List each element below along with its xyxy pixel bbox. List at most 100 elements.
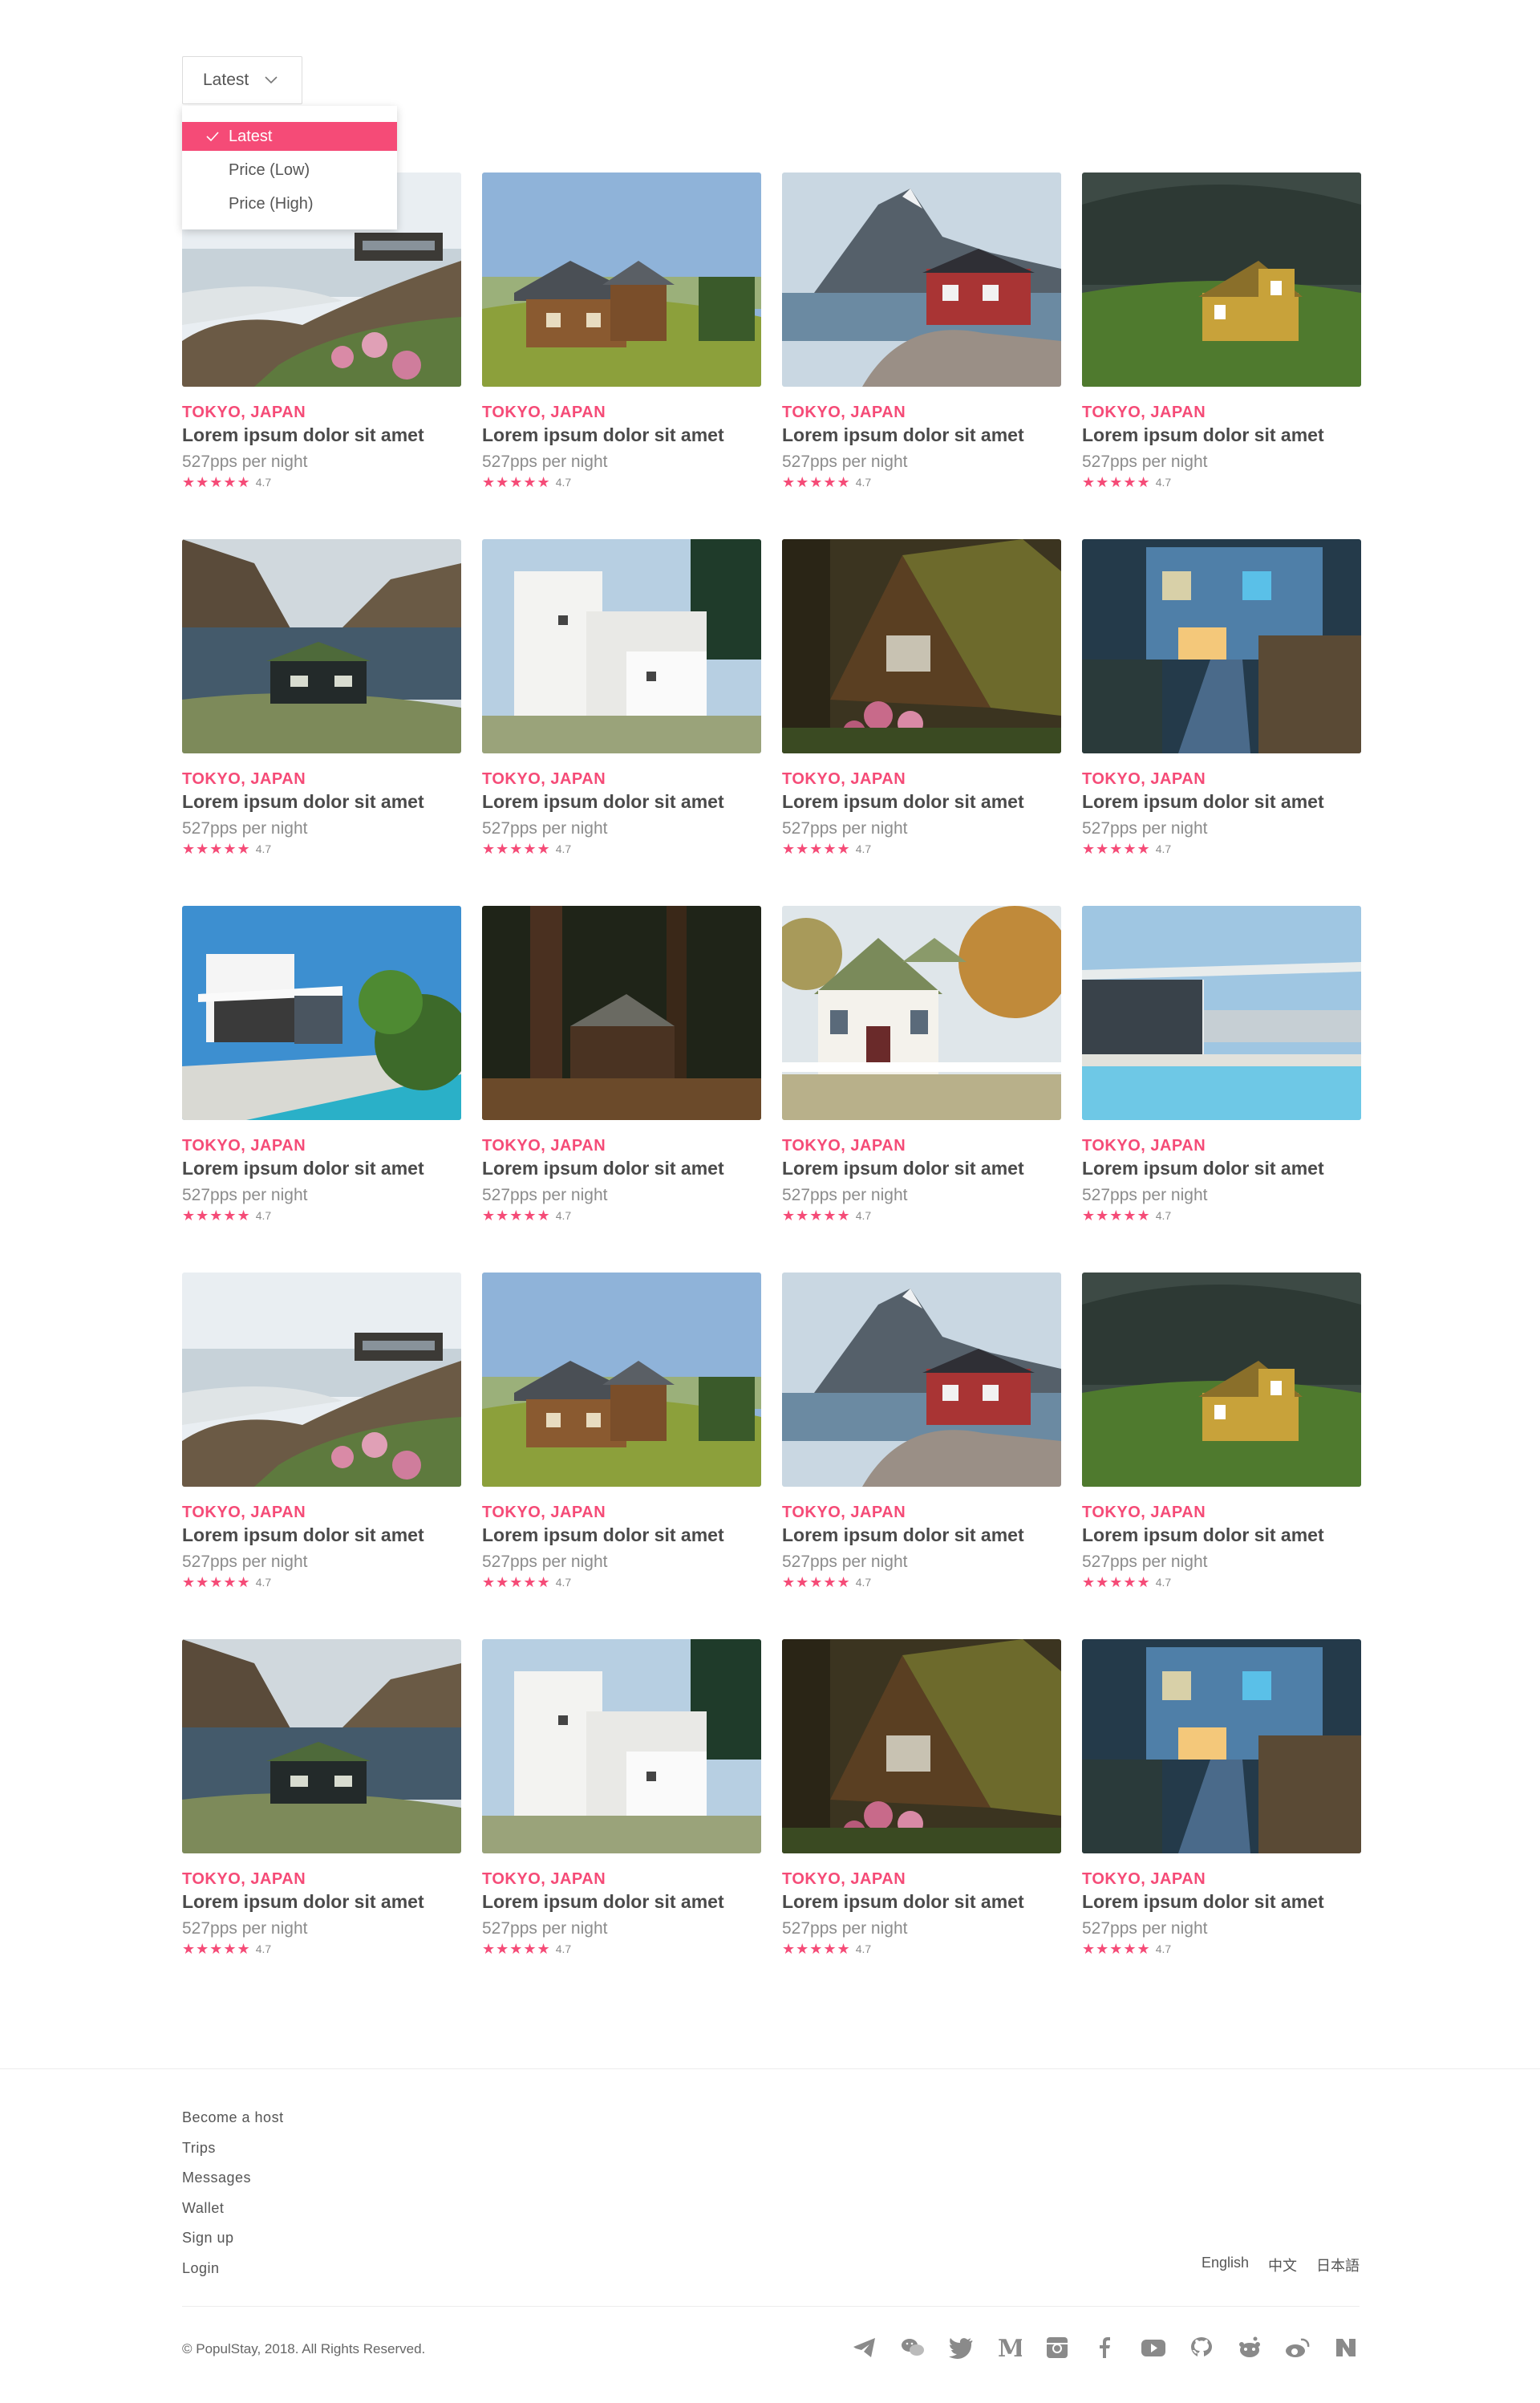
listing-price: 527pps per night <box>1082 1186 1208 1204</box>
listing-location: TOKYO, JAPAN <box>782 1870 906 1888</box>
listing-photo[interactable] <box>182 539 461 753</box>
language-english[interactable]: English <box>1202 2255 1249 2275</box>
star-rating-icons: ★★★★★ <box>482 474 551 490</box>
listing-card[interactable]: TOKYO, JAPAN Lorem ipsum dolor sit amet … <box>1082 906 1361 1273</box>
footer-link-trips[interactable]: Trips <box>182 2139 284 2170</box>
listing-price: 527pps per night <box>1082 1553 1208 1571</box>
listing-photo[interactable] <box>1082 173 1361 387</box>
language-chinese[interactable]: 中文 <box>1268 2255 1297 2275</box>
listing-title[interactable]: Lorem ipsum dolor sit amet <box>1082 1524 1361 1546</box>
listing-card[interactable]: TOKYO, JAPAN Lorem ipsum dolor sit amet … <box>782 1639 1061 2006</box>
listing-location: TOKYO, JAPAN <box>182 1870 306 1888</box>
listing-title[interactable]: Lorem ipsum dolor sit amet <box>182 1890 461 1913</box>
listing-title[interactable]: Lorem ipsum dolor sit amet <box>482 1890 761 1913</box>
listing-title[interactable]: Lorem ipsum dolor sit amet <box>782 424 1061 446</box>
listing-card[interactable]: TOKYO, JAPAN Lorem ipsum dolor sit amet … <box>482 539 761 906</box>
listing-title[interactable]: Lorem ipsum dolor sit amet <box>182 424 461 446</box>
listing-card[interactable]: TOKYO, JAPAN Lorem ipsum dolor sit amet … <box>182 906 461 1273</box>
weibo-icon[interactable] <box>1284 2335 1311 2360</box>
listing-rating: ★★★★★ 4.7 <box>1082 474 1361 490</box>
telegram-icon[interactable] <box>851 2335 878 2360</box>
listing-title[interactable]: Lorem ipsum dolor sit amet <box>1082 1890 1361 1913</box>
listing-card[interactable]: TOKYO, JAPAN Lorem ipsum dolor sit amet … <box>182 1273 461 1639</box>
listing-photo[interactable] <box>1082 539 1361 753</box>
listing-card[interactable]: TOKYO, JAPAN Lorem ipsum dolor sit amet … <box>782 906 1061 1273</box>
listing-card[interactable]: TOKYO, JAPAN Lorem ipsum dolor sit amet … <box>182 539 461 906</box>
listing-card[interactable]: TOKYO, JAPAN Lorem ipsum dolor sit amet … <box>1082 539 1361 906</box>
listing-rating: ★★★★★ 4.7 <box>482 1574 761 1590</box>
listing-card[interactable]: TOKYO, JAPAN Lorem ipsum dolor sit amet … <box>1082 173 1361 539</box>
listing-photo[interactable] <box>482 539 761 753</box>
sort-option-price-low[interactable]: Price (Low) <box>182 156 397 185</box>
facebook-icon[interactable] <box>1092 2335 1119 2360</box>
listing-title[interactable]: Lorem ipsum dolor sit amet <box>782 1157 1061 1179</box>
listing-card[interactable]: TOKYO, JAPAN Lorem ipsum dolor sit amet … <box>482 1639 761 2006</box>
instagram-icon[interactable] <box>1044 2335 1071 2360</box>
listing-photo[interactable] <box>482 1639 761 1853</box>
language-japanese[interactable]: 日本語 <box>1316 2255 1360 2275</box>
listing-photo[interactable] <box>782 906 1061 1120</box>
sort-option-label: Price (Low) <box>229 161 310 179</box>
listing-photo[interactable] <box>482 173 761 387</box>
listing-card[interactable]: TOKYO, JAPAN Lorem ipsum dolor sit amet … <box>482 173 761 539</box>
listing-photo[interactable] <box>1082 1639 1361 1853</box>
listing-card[interactable]: TOKYO, JAPAN Lorem ipsum dolor sit amet … <box>782 173 1061 539</box>
rating-score: 4.7 <box>255 1209 272 1222</box>
reddit-icon[interactable] <box>1236 2335 1263 2360</box>
listing-title[interactable]: Lorem ipsum dolor sit amet <box>182 1524 461 1546</box>
listing-photo[interactable] <box>482 1273 761 1487</box>
footer-link-wallet[interactable]: Wallet <box>182 2199 284 2230</box>
listing-title[interactable]: Lorem ipsum dolor sit amet <box>482 790 761 813</box>
listing-card[interactable]: TOKYO, JAPAN Lorem ipsum dolor sit amet … <box>182 1639 461 2006</box>
listing-title[interactable]: Lorem ipsum dolor sit amet <box>1082 424 1361 446</box>
github-icon[interactable] <box>1188 2335 1215 2360</box>
listing-card[interactable]: TOKYO, JAPAN Lorem ipsum dolor sit amet … <box>482 1273 761 1639</box>
youtube-icon[interactable] <box>1140 2335 1167 2360</box>
listing-location: TOKYO, JAPAN <box>782 770 906 788</box>
listing-photo[interactable] <box>182 1273 461 1487</box>
listing-price: 527pps per night <box>1082 819 1208 838</box>
listing-card[interactable]: TOKYO, JAPAN Lorem ipsum dolor sit amet … <box>782 539 1061 906</box>
listing-title[interactable]: Lorem ipsum dolor sit amet <box>482 1157 761 1179</box>
listing-location: TOKYO, JAPAN <box>1082 1504 1206 1521</box>
footer-link-sign-up[interactable]: Sign up <box>182 2229 284 2259</box>
footer-link-login[interactable]: Login <box>182 2259 284 2290</box>
listing-title[interactable]: Lorem ipsum dolor sit amet <box>782 1524 1061 1546</box>
listing-card[interactable]: TOKYO, JAPAN Lorem ipsum dolor sit amet … <box>782 1273 1061 1639</box>
sort-dropdown-button[interactable]: Latest <box>182 56 302 104</box>
listing-title[interactable]: Lorem ipsum dolor sit amet <box>1082 1157 1361 1179</box>
footer-bottom-divider <box>182 2306 1360 2307</box>
listing-photo[interactable] <box>782 1273 1061 1487</box>
listing-card[interactable]: TOKYO, JAPAN Lorem ipsum dolor sit amet … <box>1082 1639 1361 2006</box>
naver-icon[interactable] <box>1332 2335 1360 2360</box>
listing-title[interactable]: Lorem ipsum dolor sit amet <box>782 1890 1061 1913</box>
listing-photo[interactable] <box>782 539 1061 753</box>
listing-photo[interactable] <box>1082 1273 1361 1487</box>
listing-card[interactable]: TOKYO, JAPAN Lorem ipsum dolor sit amet … <box>482 906 761 1273</box>
listing-location: TOKYO, JAPAN <box>482 1137 606 1155</box>
sort-option-price-high[interactable]: Price (High) <box>182 189 397 218</box>
listing-title[interactable]: Lorem ipsum dolor sit amet <box>482 1524 761 1546</box>
listing-price: 527pps per night <box>782 819 908 838</box>
listing-title[interactable]: Lorem ipsum dolor sit amet <box>182 1157 461 1179</box>
rating-score: 4.7 <box>855 1576 872 1589</box>
listing-title[interactable]: Lorem ipsum dolor sit amet <box>782 790 1061 813</box>
wechat-icon[interactable] <box>899 2335 926 2360</box>
listing-photo[interactable] <box>182 906 461 1120</box>
listing-photo[interactable] <box>782 173 1061 387</box>
medium-icon[interactable]: M <box>995 2335 1023 2360</box>
listing-photo[interactable] <box>482 906 761 1120</box>
chevron-down-icon <box>265 76 278 84</box>
listing-photo[interactable] <box>782 1639 1061 1853</box>
listing-title[interactable]: Lorem ipsum dolor sit amet <box>182 790 461 813</box>
listing-card[interactable]: TOKYO, JAPAN Lorem ipsum dolor sit amet … <box>1082 1273 1361 1639</box>
listing-photo[interactable] <box>1082 906 1361 1120</box>
sort-option-latest[interactable]: Latest <box>182 122 397 151</box>
listing-photo[interactable] <box>182 1639 461 1853</box>
footer-link-messages[interactable]: Messages <box>182 2169 284 2199</box>
listing-title[interactable]: Lorem ipsum dolor sit amet <box>1082 790 1361 813</box>
listing-rating: ★★★★★ 4.7 <box>182 1574 461 1590</box>
footer-link-become-host[interactable]: Become a host <box>182 2109 284 2139</box>
twitter-icon[interactable] <box>947 2335 975 2360</box>
listing-title[interactable]: Lorem ipsum dolor sit amet <box>482 424 761 446</box>
